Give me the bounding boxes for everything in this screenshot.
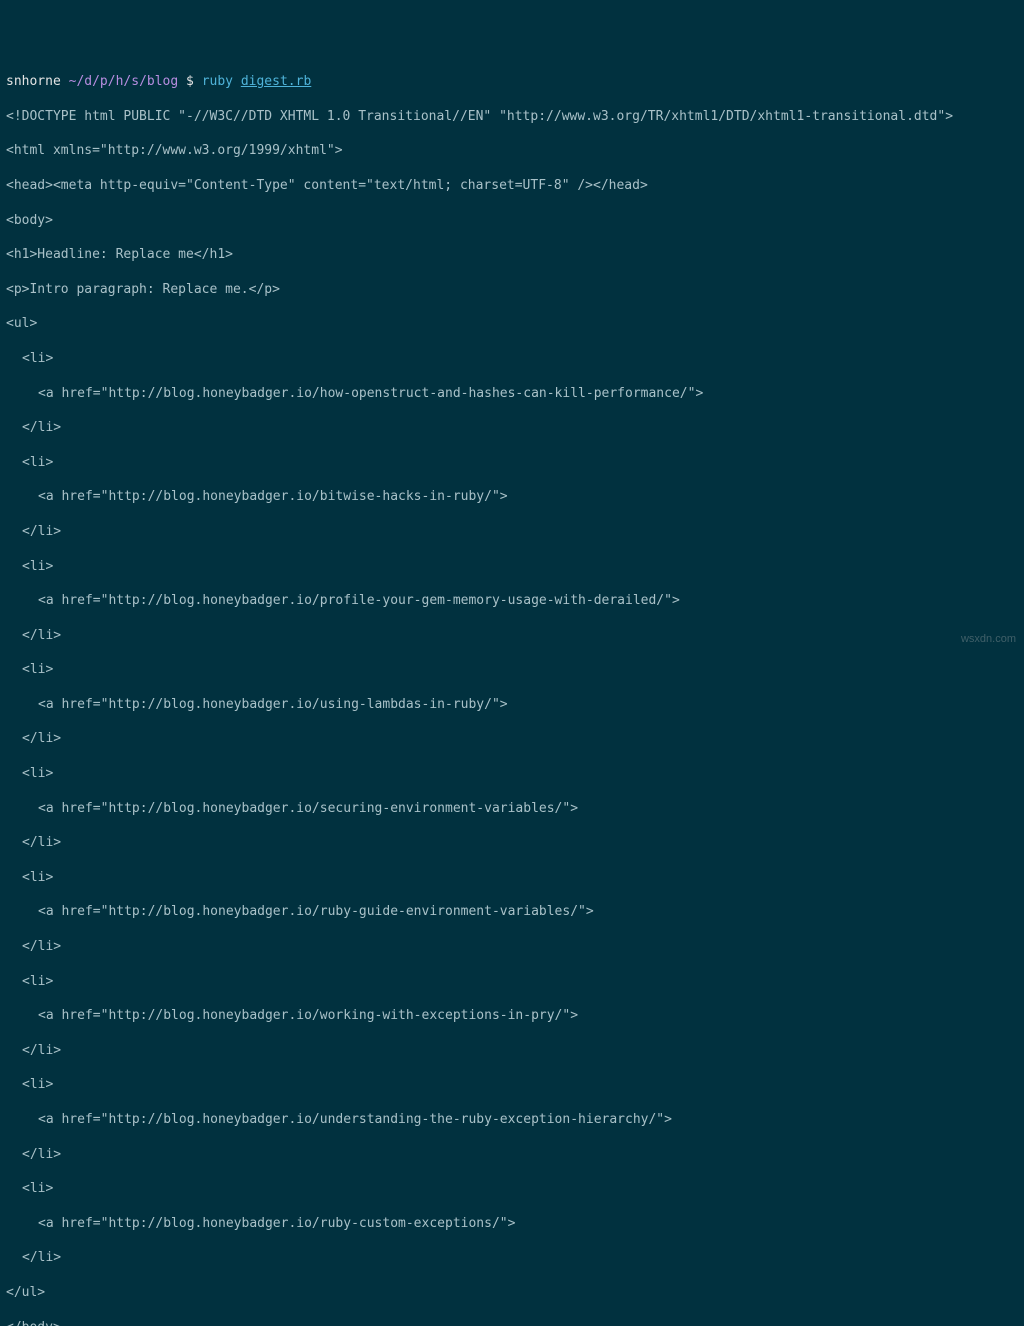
output-line: </li>: [6, 523, 1018, 540]
output-line: <li>: [6, 661, 1018, 678]
prompt-path: ~/d/p/h/s/blog: [69, 74, 179, 89]
output-line: <li>: [6, 454, 1018, 471]
output-line: <li>: [6, 869, 1018, 886]
output-line: </li>: [6, 419, 1018, 436]
output-line: <li>: [6, 1076, 1018, 1093]
output-line: <li>: [6, 1180, 1018, 1197]
output-line: <a href="http://blog.honeybadger.io/prof…: [6, 592, 1018, 609]
output-line: </li>: [6, 1146, 1018, 1163]
output-line: <a href="http://blog.honeybadger.io/ruby…: [6, 903, 1018, 920]
output-line: </li>: [6, 627, 1018, 644]
output-line: </li>: [6, 938, 1018, 955]
output-line: </li>: [6, 1042, 1018, 1059]
output-line: <!DOCTYPE html PUBLIC "-//W3C//DTD XHTML…: [6, 108, 1018, 125]
output-line: <h1>Headline: Replace me</h1>: [6, 246, 1018, 263]
output-line: <a href="http://blog.honeybadger.io/secu…: [6, 800, 1018, 817]
output-line: <p>Intro paragraph: Replace me.</p>: [6, 281, 1018, 298]
output-line: <body>: [6, 212, 1018, 229]
output-line: <a href="http://blog.honeybadger.io/usin…: [6, 696, 1018, 713]
output-line: <li>: [6, 765, 1018, 782]
output-line: <a href="http://blog.honeybadger.io/ruby…: [6, 1215, 1018, 1232]
output-line: <html xmlns="http://www.w3.org/1999/xhtm…: [6, 142, 1018, 159]
output-line: </li>: [6, 730, 1018, 747]
output-line: <a href="http://blog.honeybadger.io/bitw…: [6, 488, 1018, 505]
shell-prompt[interactable]: snhorne ~/d/p/h/s/blog $ ruby digest.rb: [6, 73, 1018, 90]
output-line: <li>: [6, 973, 1018, 990]
output-line: </body>: [6, 1319, 1018, 1326]
output-line: <li>: [6, 558, 1018, 575]
output-line: <a href="http://blog.honeybadger.io/unde…: [6, 1111, 1018, 1128]
output-line: </li>: [6, 834, 1018, 851]
prompt-user: snhorne: [6, 74, 61, 89]
output-line: <ul>: [6, 315, 1018, 332]
output-line: <head><meta http-equiv="Content-Type" co…: [6, 177, 1018, 194]
output-line: <a href="http://blog.honeybadger.io/work…: [6, 1007, 1018, 1024]
output-line: <li>: [6, 350, 1018, 367]
command-name: ruby: [202, 74, 233, 89]
prompt-dollar: $: [186, 74, 194, 89]
output-line: <a href="http://blog.honeybadger.io/how-…: [6, 385, 1018, 402]
output-line: </ul>: [6, 1284, 1018, 1301]
watermark-text: wsxdn.com: [961, 631, 1016, 648]
command-arg: digest.rb: [241, 74, 311, 89]
output-line: </li>: [6, 1249, 1018, 1266]
